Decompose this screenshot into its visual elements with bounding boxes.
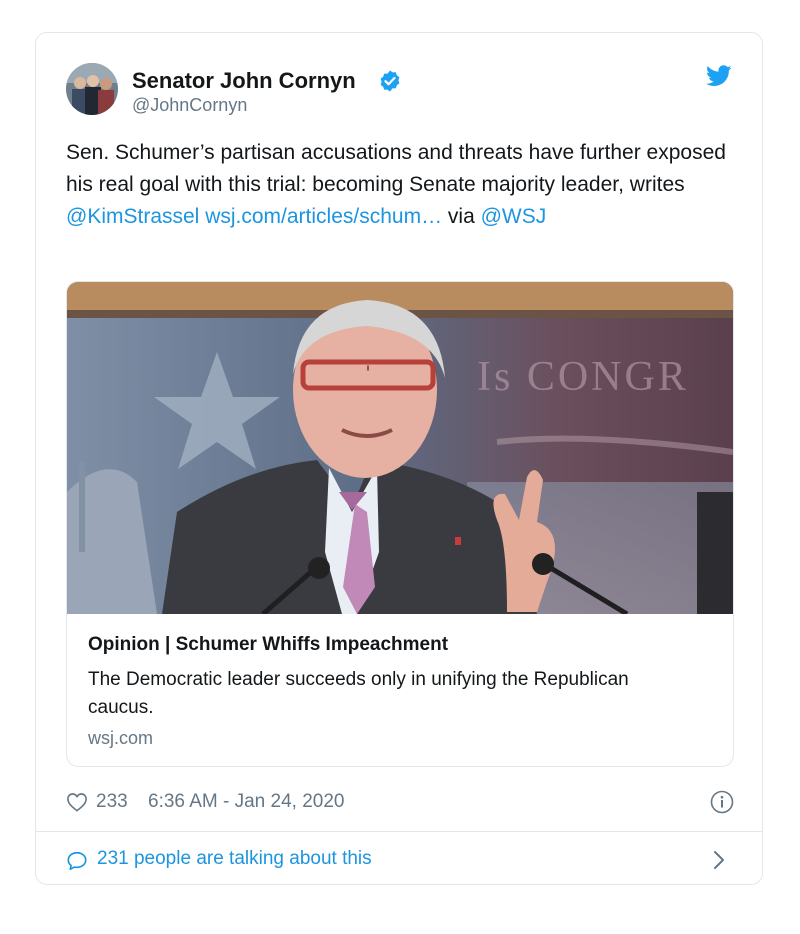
author-handle[interactable]: @JohnCornyn [132,95,247,116]
tweet-text-via: via [442,205,481,228]
link-card-description: The Democratic leader succeeds only in u… [88,669,629,718]
heart-icon[interactable] [66,792,88,812]
article-photo: Is CONGR [67,282,733,614]
tweet-text: Sen. Schumer’s partisan accusations and … [66,137,736,233]
link-preview-card[interactable]: Is CONGR Opinion | Schumer Whiffs Impeac… [66,281,734,767]
avatar[interactable] [66,63,118,115]
speech-bubble-icon [67,851,87,871]
tweet-timestamp[interactable]: 6:36 AM - Jan 24, 2020 [148,791,344,813]
svg-text:Is CONGR: Is CONGR [477,354,689,400]
author-name[interactable]: Senator John Cornyn [132,68,356,94]
verified-badge-icon [380,70,400,92]
divider [36,831,762,832]
conversation-count-text[interactable]: 231 people are talking about this [97,848,372,870]
tweet-text-body: Sen. Schumer’s partisan accusations and … [66,141,726,196]
chevron-right-icon[interactable] [712,849,726,871]
link-card-title[interactable]: Opinion | Schumer Whiffs Impeachment [88,634,448,656]
like-count[interactable]: 233 [96,791,128,813]
mention-link-wsj[interactable]: @WSJ [481,205,547,228]
url-link[interactable]: wsj.com/articles/schum… [205,205,442,228]
info-icon[interactable] [710,790,734,814]
twitter-bird-icon[interactable] [706,65,732,87]
embedded-tweet-card: Senator John Cornyn @JohnCornyn Sen. Sch… [35,32,763,885]
mention-link[interactable]: @KimStrassel [66,205,199,228]
link-card-domain: wsj.com [88,728,154,748]
